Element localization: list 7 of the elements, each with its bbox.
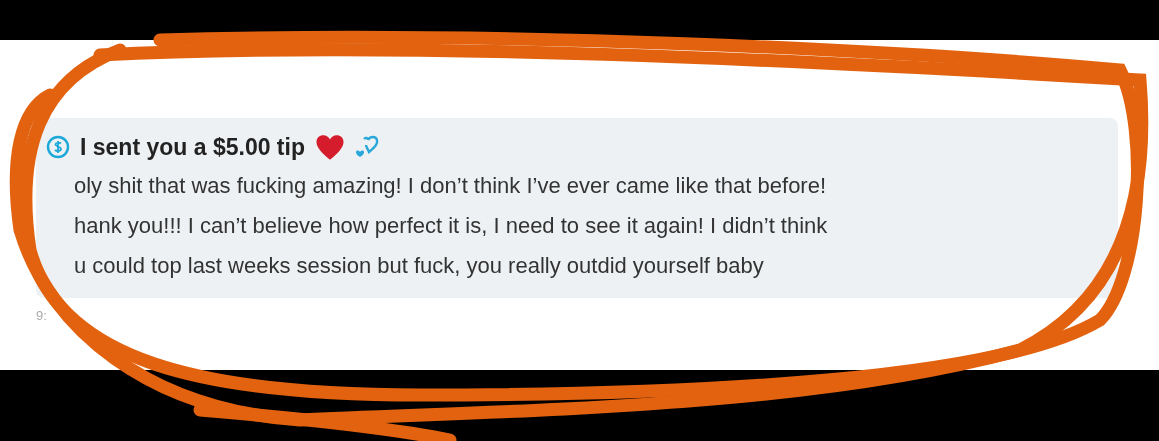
message-text: hank you!!! I can’t believe how perfect it is, I need to see it again! I didn’t think <box>74 212 828 240</box>
message-time: 9: <box>36 308 47 323</box>
message-text: oly shit that was fucking amazing! I don’t think I’ve ever came like that before! <box>74 172 827 200</box>
heart-icon <box>314 133 345 161</box>
tip-title: I sent you a $5.00 tip <box>80 133 305 161</box>
dollar-coin-icon <box>46 135 70 159</box>
message-text: u could top last weeks session but fuck, you really outdid yourself baby <box>74 252 764 280</box>
